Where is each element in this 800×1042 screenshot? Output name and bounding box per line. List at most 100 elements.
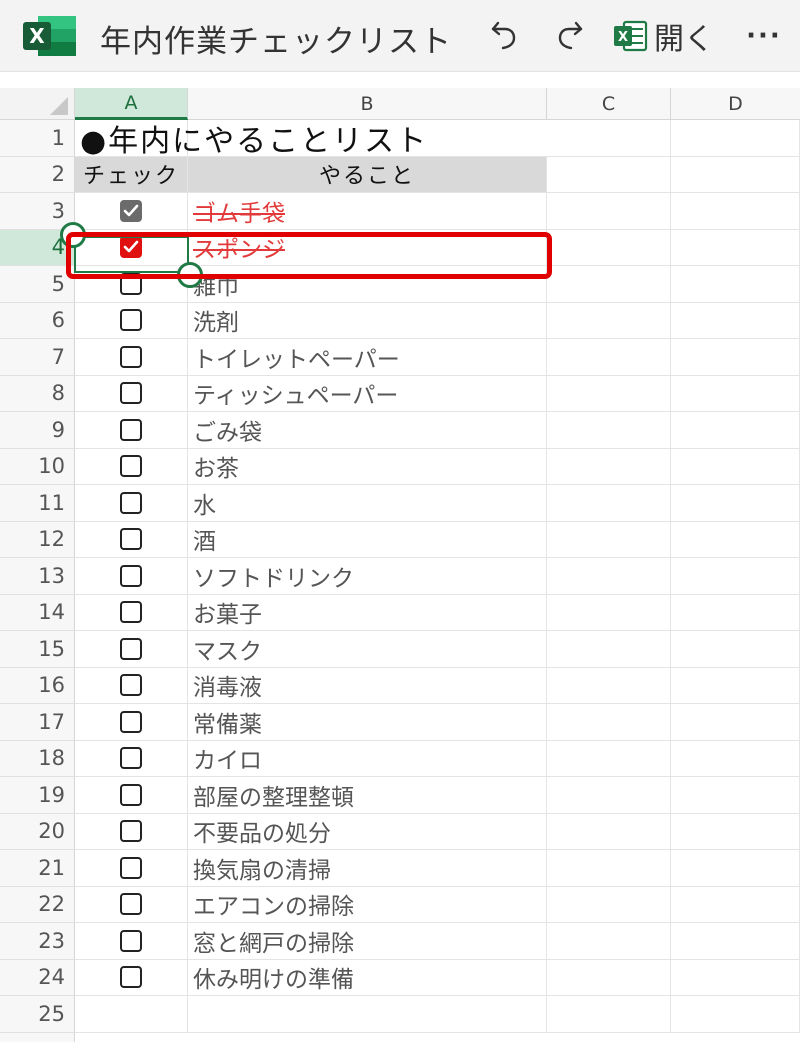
check-cell[interactable] bbox=[75, 302, 188, 339]
cell-d[interactable] bbox=[671, 302, 800, 339]
cell-d[interactable] bbox=[671, 156, 800, 193]
cell-c[interactable] bbox=[547, 485, 671, 522]
row-header[interactable]: 11 bbox=[0, 485, 75, 522]
cell-c[interactable] bbox=[547, 120, 671, 157]
checkbox-icon[interactable] bbox=[120, 491, 142, 514]
checkbox-icon[interactable] bbox=[120, 637, 142, 660]
cell-c[interactable] bbox=[547, 996, 671, 1033]
check-cell[interactable] bbox=[75, 923, 188, 960]
check-cell[interactable] bbox=[75, 667, 188, 704]
task-cell[interactable]: 酒 bbox=[188, 521, 547, 558]
checkbox-icon[interactable] bbox=[120, 710, 142, 733]
check-cell[interactable] bbox=[75, 704, 188, 741]
select-all-corner[interactable] bbox=[0, 88, 75, 120]
checkbox-icon[interactable] bbox=[120, 966, 142, 989]
document-title[interactable]: 年内作業チェックリスト bbox=[100, 16, 452, 61]
row-header[interactable]: 20 bbox=[0, 814, 75, 850]
check-cell[interactable] bbox=[75, 412, 188, 449]
row-header[interactable]: 22 bbox=[0, 887, 75, 923]
row-header[interactable]: 9 bbox=[0, 412, 75, 449]
row-header[interactable]: 5 bbox=[0, 266, 75, 303]
check-cell[interactable] bbox=[75, 959, 188, 996]
cell-c[interactable] bbox=[547, 959, 671, 996]
check-cell[interactable] bbox=[75, 886, 188, 923]
cell-d[interactable] bbox=[671, 631, 800, 668]
task-cell[interactable]: 常備薬 bbox=[188, 704, 547, 741]
cell-c[interactable] bbox=[547, 886, 671, 923]
task-cell[interactable]: 休み明けの準備 bbox=[188, 959, 547, 996]
row-header[interactable]: 18 bbox=[0, 741, 75, 777]
row-header[interactable]: 2 bbox=[0, 157, 75, 193]
checkbox-icon[interactable] bbox=[120, 564, 142, 587]
row-header[interactable]: 21 bbox=[0, 850, 75, 887]
check-cell[interactable] bbox=[75, 850, 188, 887]
row-header[interactable]: 8 bbox=[0, 376, 75, 412]
cell-d[interactable] bbox=[671, 412, 800, 449]
excel-logo-icon[interactable]: X bbox=[22, 14, 78, 58]
check-cell[interactable] bbox=[75, 558, 188, 595]
more-icon[interactable]: ··· bbox=[742, 14, 786, 58]
checkbox-icon[interactable] bbox=[120, 820, 142, 843]
checkbox-icon[interactable] bbox=[120, 893, 142, 916]
task-cell[interactable]: トイレットペーパー bbox=[188, 339, 547, 376]
cell-d[interactable] bbox=[671, 193, 800, 230]
checkbox-icon[interactable] bbox=[120, 345, 142, 368]
checkbox-icon[interactable] bbox=[120, 601, 142, 624]
task-cell[interactable]: お茶 bbox=[188, 448, 547, 485]
row-header[interactable]: 17 bbox=[0, 704, 75, 741]
checkbox-icon[interactable] bbox=[120, 528, 142, 551]
cell-c[interactable] bbox=[547, 339, 671, 376]
row-header[interactable]: 23 bbox=[0, 923, 75, 960]
row-header[interactable]: 12 bbox=[0, 522, 75, 558]
check-cell[interactable] bbox=[75, 777, 188, 814]
task-cell[interactable]: ティッシュペーパー bbox=[188, 375, 547, 412]
checkbox-icon[interactable] bbox=[120, 382, 142, 405]
column-header-d[interactable]: D bbox=[671, 88, 800, 120]
cell-d[interactable] bbox=[671, 959, 800, 996]
cell-d[interactable] bbox=[671, 704, 800, 741]
column-header-b[interactable]: B bbox=[188, 88, 547, 120]
cell-d[interactable] bbox=[671, 667, 800, 704]
cell-c[interactable] bbox=[547, 704, 671, 741]
cell-c[interactable] bbox=[547, 229, 671, 266]
checkbox-icon[interactable] bbox=[120, 309, 142, 332]
cell-c[interactable] bbox=[547, 594, 671, 631]
cell-c[interactable] bbox=[547, 667, 671, 704]
task-cell[interactable]: カイロ bbox=[188, 740, 547, 777]
check-cell[interactable] bbox=[75, 631, 188, 668]
task-cell[interactable]: 水 bbox=[188, 485, 547, 522]
task-cell[interactable]: ゴム手袋 bbox=[188, 193, 547, 230]
check-cell[interactable] bbox=[75, 740, 188, 777]
row-header[interactable]: 19 bbox=[0, 777, 75, 814]
cell-d[interactable] bbox=[671, 886, 800, 923]
cell-c[interactable] bbox=[547, 740, 671, 777]
checkbox-icon[interactable] bbox=[120, 783, 142, 806]
cell-b[interactable] bbox=[188, 996, 547, 1033]
cell-c[interactable] bbox=[547, 448, 671, 485]
spreadsheet-grid[interactable]: A B C D 1 ●年内にやることリスト 2 チェック やること 3 ゴム手袋 4 スポンジ 5… bbox=[0, 72, 800, 1042]
cell-d[interactable] bbox=[671, 339, 800, 376]
check-cell[interactable] bbox=[75, 448, 188, 485]
header-cell-check[interactable]: チェック bbox=[75, 156, 188, 193]
cell-d[interactable] bbox=[671, 996, 800, 1033]
cell-c[interactable] bbox=[547, 156, 671, 193]
cell-d[interactable] bbox=[671, 266, 800, 303]
checkbox-icon[interactable] bbox=[120, 199, 142, 222]
cell-c[interactable] bbox=[547, 521, 671, 558]
checkbox-icon[interactable] bbox=[120, 674, 142, 697]
task-cell[interactable]: お菓子 bbox=[188, 594, 547, 631]
cell-c[interactable] bbox=[547, 631, 671, 668]
task-cell[interactable]: ごみ袋 bbox=[188, 412, 547, 449]
undo-button[interactable] bbox=[484, 14, 524, 58]
row-header[interactable]: 1 bbox=[0, 120, 75, 157]
cell-d[interactable] bbox=[671, 229, 800, 266]
cell-d[interactable] bbox=[671, 923, 800, 960]
checkbox-icon[interactable] bbox=[120, 747, 142, 770]
check-cell[interactable] bbox=[75, 485, 188, 522]
task-cell[interactable]: 換気扇の清掃 bbox=[188, 850, 547, 887]
cell-c[interactable] bbox=[547, 302, 671, 339]
row-header[interactable]: 10 bbox=[0, 449, 75, 485]
cell-d[interactable] bbox=[671, 120, 800, 157]
task-cell[interactable]: 消毒液 bbox=[188, 667, 547, 704]
row-header[interactable]: 13 bbox=[0, 558, 75, 595]
